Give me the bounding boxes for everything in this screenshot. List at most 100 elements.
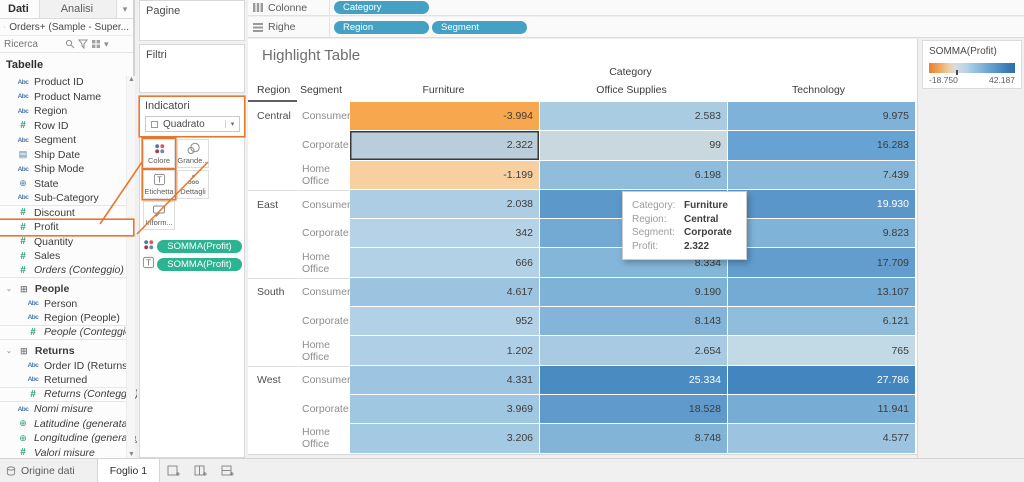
collapse-chevron-icon[interactable]: ⌄ [6, 347, 12, 355]
heatmap-cell[interactable]: 4.331 [350, 365, 539, 394]
filters-shelf[interactable]: Filtri [139, 44, 245, 93]
segment-row-header[interactable]: Home Office [299, 248, 349, 277]
column-header[interactable]: Furniture [349, 84, 538, 96]
column-header[interactable]: Technology [725, 84, 912, 96]
field-item[interactable]: ⊕ Latitudine (generata) [0, 417, 133, 432]
heatmap-cell[interactable]: 4.617 [350, 277, 539, 307]
heatmap-cell[interactable]: 9.823 [728, 219, 915, 248]
field-item[interactable]: Abc Product ID [0, 75, 133, 90]
field-item[interactable]: # Orders (Conteggio) [0, 264, 133, 278]
pill-region[interactable]: Region [334, 20, 429, 34]
grande-button[interactable]: Grande... [177, 139, 209, 168]
heatmap-cell[interactable]: 25.334 [540, 365, 727, 394]
region-row-header[interactable]: East [248, 189, 298, 219]
field-item[interactable]: ⊕ Longitudine (generata) [0, 431, 139, 446]
new-story-button[interactable] [214, 459, 241, 482]
scroll-up-icon[interactable]: ▲ [128, 76, 135, 83]
field-item[interactable]: # Discount [0, 206, 133, 221]
heatmap-cell[interactable]: 2.654 [540, 336, 727, 365]
etichetta-button[interactable]: T Etichetta [143, 170, 175, 199]
segment-row-header[interactable]: Home Office [299, 160, 349, 189]
field-item[interactable]: ⌄ ⊞ People [0, 282, 133, 297]
field-item[interactable]: # Sales [0, 249, 133, 264]
heatmap-cell[interactable]: -3.994 [350, 102, 539, 131]
field-item[interactable]: # Row ID [0, 119, 133, 134]
heatmap-cell[interactable]: 13.107 [728, 277, 915, 307]
view-options-caret-icon[interactable]: ▾ [104, 39, 109, 50]
field-item[interactable]: Abc Region (People) [0, 311, 133, 326]
heatmap-cell[interactable]: 1.202 [350, 336, 539, 365]
heatmap-cell[interactable]: 666 [350, 248, 539, 277]
region-row-header[interactable] [248, 219, 298, 248]
new-worksheet-button[interactable] [160, 459, 187, 482]
region-row-header[interactable] [248, 336, 298, 365]
search-input[interactable] [4, 38, 62, 50]
measure-pill[interactable]: SOMMA(Profit) [157, 239, 242, 253]
region-row-header[interactable] [248, 307, 298, 336]
field-item[interactable]: # Quantity [0, 235, 133, 250]
region-row-header[interactable] [248, 131, 298, 160]
field-item[interactable]: Abc Sub-Category [0, 191, 133, 206]
heatmap-cell[interactable]: 9.190 [540, 277, 727, 307]
new-dashboard-button[interactable] [187, 459, 214, 482]
segment-row-header[interactable]: Corporate [299, 307, 349, 336]
heatmap-cell[interactable]: 3.969 [350, 394, 539, 424]
data-source-tab[interactable]: Origine dati [0, 459, 97, 482]
heatmap-cell[interactable]: 9.975 [728, 102, 915, 131]
segment-row-header[interactable]: Corporate [299, 219, 349, 248]
field-item[interactable]: Abc Nomi misure [0, 402, 133, 417]
segment-row-header[interactable]: Consumer [299, 277, 350, 307]
datasource-item[interactable]: Orders+ (Sample - Super... [0, 19, 133, 36]
search-icon[interactable] [65, 39, 75, 49]
segment-row-header[interactable]: Consumer [299, 365, 350, 394]
region-row-header[interactable] [248, 160, 298, 189]
heatmap-cell[interactable]: 11.941 [728, 394, 915, 424]
region-row-header[interactable]: South [248, 277, 298, 307]
heatmap-cell[interactable]: 16.283 [728, 131, 915, 160]
segment-row-header[interactable]: Home Office [299, 424, 349, 453]
field-item[interactable]: ▤ Ship Date [0, 148, 133, 163]
field-item[interactable]: Abc Ship Mode [0, 162, 133, 177]
inform-button[interactable]: Inform... [143, 201, 175, 230]
heatmap-cell[interactable]: 6.121 [728, 307, 915, 336]
field-item[interactable]: Abc Person [0, 297, 133, 312]
heatmap-cell[interactable]: 18.528 [540, 394, 727, 424]
segment-row-header[interactable]: Consumer [299, 102, 350, 131]
field-item[interactable]: Abc Product Name [0, 90, 133, 105]
heatmap-cell[interactable]: 2.583 [540, 102, 727, 131]
segment-row-header[interactable]: Home Office [299, 336, 349, 365]
field-item[interactable]: # Returns (Conteggio) [0, 388, 139, 402]
tab-analisi[interactable]: Analisi [38, 0, 117, 18]
colore-button[interactable]: Colore [143, 139, 175, 168]
tab-dati[interactable]: Dati [0, 0, 39, 18]
field-item[interactable]: # People (Conteggio) [0, 326, 134, 340]
field-item[interactable]: ⊕ State [0, 177, 133, 192]
field-item[interactable]: ⌄ ⊞ Returns [0, 344, 133, 359]
heatmap-cell[interactable]: 6.198 [540, 160, 727, 189]
column-header[interactable]: Office Supplies [538, 84, 725, 96]
heatmap-cell[interactable]: 765 [728, 336, 915, 365]
pages-shelf[interactable]: Pagine [139, 0, 245, 41]
region-row-header[interactable] [248, 248, 298, 277]
heatmap-cell[interactable]: 4.577 [728, 424, 915, 453]
field-item[interactable]: Abc Segment [0, 133, 133, 148]
view-grid-icon[interactable] [91, 39, 101, 49]
heatmap-cell[interactable]: 2.322 [350, 131, 539, 160]
segment-row-header[interactable]: Corporate [299, 394, 349, 424]
field-item[interactable]: Abc Region [0, 104, 133, 119]
pill-category[interactable]: Category [334, 1, 429, 14]
region-row-header[interactable] [248, 424, 298, 453]
heatmap-cell[interactable]: 8.748 [540, 424, 727, 453]
heatmap-cell[interactable]: 342 [350, 219, 539, 248]
heatmap-cell[interactable]: 952 [350, 307, 539, 336]
pill-segment[interactable]: Segment [432, 20, 527, 34]
heatmap-cell[interactable]: 17.709 [728, 248, 915, 277]
segment-row-header[interactable]: Consumer [299, 189, 350, 219]
heatmap-cell[interactable]: 99 [540, 131, 727, 160]
heatmap-cell[interactable]: 27.786 [728, 365, 915, 394]
heatmap-cell[interactable]: 2.038 [350, 189, 539, 219]
heatmap-cell[interactable]: 7.439 [728, 160, 915, 189]
region-row-header[interactable]: West [248, 365, 298, 394]
segment-header[interactable]: Segment [300, 84, 342, 96]
region-row-header[interactable]: Central [248, 102, 298, 131]
